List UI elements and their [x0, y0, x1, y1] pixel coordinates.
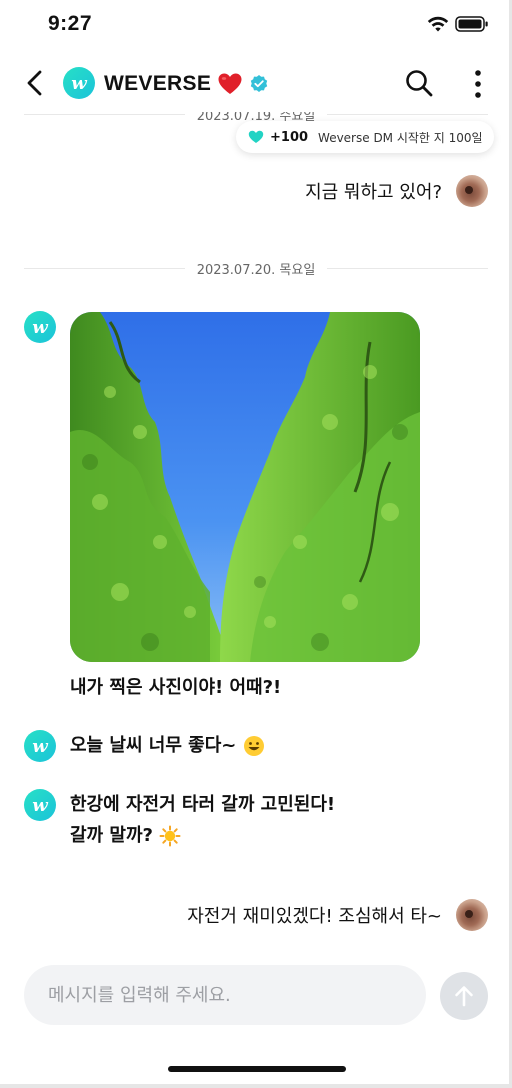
red-heart-icon — [218, 73, 242, 94]
toast-text: Weverse DM 시작한 지 100일 — [318, 130, 483, 145]
message-line: 오늘 날씨 너무 좋다~ — [70, 735, 237, 756]
phone-screen: 9:27 w WEVERSE 2023.07.19. 수요일 +100 Weve… — [0, 0, 512, 1088]
back-arrow-icon[interactable] — [22, 68, 48, 98]
verified-badge-icon — [250, 75, 268, 92]
send-button[interactable] — [440, 972, 488, 1020]
chat-header: w WEVERSE — [0, 56, 512, 112]
message-text: 자전거 재미있겠다! 조심해서 타~ — [187, 906, 442, 927]
status-time: 9:27 — [48, 12, 93, 35]
home-indicator[interactable] — [168, 1066, 346, 1072]
shared-photo[interactable] — [70, 312, 420, 662]
trees-sky-photo — [70, 312, 420, 662]
status-bar: 9:27 — [0, 0, 512, 52]
search-icon[interactable] — [404, 68, 434, 98]
artist-message: w 오늘 날씨 너무 좋다~ — [24, 730, 265, 762]
message-line: 한강에 자전거 타러 갈까 고민된다! — [70, 794, 336, 815]
user-avatar[interactable] — [456, 899, 488, 931]
message-input[interactable] — [24, 965, 426, 1025]
message-line: 갈까 말까? — [70, 825, 153, 846]
message-text: 한강에 자전거 타러 갈까 고민된다! 갈까 말까? — [70, 789, 335, 851]
avatar-letter: w — [32, 316, 48, 338]
artist-message: w 한강에 자전거 타러 갈까 고민된다! 갈까 말까? — [24, 789, 335, 851]
user-message: 자전거 재미있겠다! 조심해서 타~ — [187, 899, 488, 931]
user-message: 지금 뭐하고 있어? — [305, 175, 488, 207]
teal-heart-icon — [248, 130, 264, 143]
toast-count: +100 — [270, 129, 309, 145]
frame-bottom-edge — [0, 1084, 512, 1088]
sun-emoji-icon — [159, 825, 181, 847]
user-avatar[interactable] — [456, 175, 488, 207]
dm-anniversary-toast: +100 Weverse DM 시작한 지 100일 — [236, 121, 494, 153]
wifi-icon — [427, 16, 449, 32]
artist-avatar[interactable]: w — [24, 311, 56, 343]
message-text: 오늘 날씨 너무 좋다~ — [70, 730, 265, 762]
artist-name: WEVERSE — [104, 72, 212, 95]
message-text: 지금 뭐하고 있어? — [305, 182, 442, 203]
avatar-letter: w — [32, 794, 48, 816]
artist-avatar[interactable]: w — [24, 789, 56, 821]
artist-avatar[interactable]: w — [63, 67, 95, 99]
battery-icon — [455, 16, 488, 32]
smile-emoji-icon — [243, 736, 264, 756]
avatar-letter: w — [32, 735, 48, 757]
artist-avatar[interactable]: w — [24, 730, 56, 762]
avatar-letter: w — [71, 72, 87, 94]
arrow-up-icon — [455, 986, 473, 1007]
more-options-icon[interactable] — [466, 68, 490, 100]
date-label: 2023.07.20. 목요일 — [196, 262, 316, 278]
chat-title: WEVERSE — [104, 69, 269, 99]
date-divider: 2023.07.20. 목요일 — [24, 258, 489, 278]
photo-caption: 내가 찍은 사진이야! 어때?! — [70, 677, 282, 698]
